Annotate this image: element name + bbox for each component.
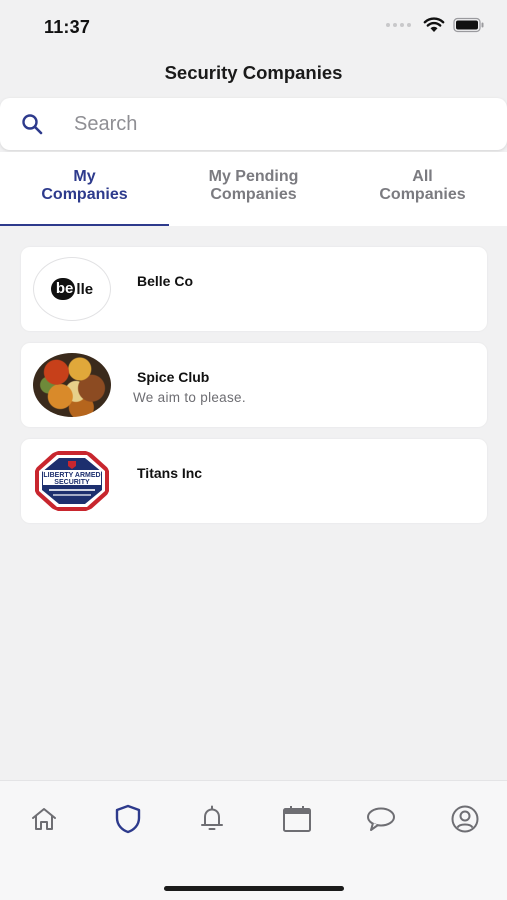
- tab-label: All Companies: [379, 168, 466, 203]
- tabbar-calendar[interactable]: [281, 803, 313, 835]
- tabbar-home[interactable]: [28, 803, 60, 835]
- company-name: Belle Co: [137, 273, 194, 289]
- search-bar: [0, 98, 507, 150]
- search-input[interactable]: [60, 106, 480, 142]
- home-indicator[interactable]: [164, 886, 344, 891]
- company-card-belle-co[interactable]: be lle Belle Co: [21, 247, 487, 331]
- tab-my-companies[interactable]: My Companies: [0, 152, 169, 226]
- shield-icon: [115, 804, 141, 834]
- liberty-armed-security-logo: LIBERTY ARMED SECURITY: [33, 449, 111, 513]
- tab-label: My Companies: [41, 168, 128, 203]
- tabbar-messages[interactable]: [365, 803, 397, 835]
- battery-icon: [453, 17, 484, 33]
- spice-photo: [33, 353, 111, 417]
- bottom-tab-bar: [0, 780, 507, 900]
- status-time: 11:37: [44, 17, 91, 37]
- wifi-icon: [423, 17, 445, 32]
- status-bar: 11:37: [0, 0, 507, 52]
- svg-text:SECURITY: SECURITY: [54, 479, 90, 486]
- home-icon: [32, 808, 56, 830]
- profile-icon: [451, 805, 479, 833]
- company-card-spice-club[interactable]: Spice Club We aim to please.: [21, 343, 487, 427]
- company-name: Titans Inc: [137, 465, 203, 481]
- liberty-armed-security-badge: LIBERTY ARMED SECURITY: [35, 451, 109, 511]
- belle-logo: be lle: [33, 257, 111, 321]
- tabbar-notifications[interactable]: [196, 803, 228, 835]
- tabbar-security[interactable]: [112, 803, 144, 835]
- page-title: Security Companies: [164, 62, 343, 83]
- company-name: Spice Club: [137, 369, 210, 385]
- cellular-signal-icon: [386, 23, 411, 27]
- tabbar-profile[interactable]: [449, 803, 481, 835]
- company-card-titans-inc[interactable]: LIBERTY ARMED SECURITY Titans Inc: [21, 439, 487, 523]
- bell-icon: [201, 805, 223, 830]
- tab-label: My Pending Companies: [208, 168, 299, 203]
- search-icon: [22, 114, 43, 135]
- svg-text:LIBERTY ARMED: LIBERTY ARMED: [43, 472, 100, 479]
- calendar-icon: [283, 806, 311, 832]
- tab-all-companies[interactable]: All Companies: [338, 152, 507, 226]
- status-icons: [386, 17, 485, 33]
- tab-my-pending-companies[interactable]: My Pending Companies: [169, 152, 338, 226]
- company-tabs: My Companies My Pending Companies All Co…: [0, 152, 507, 226]
- company-tagline: We aim to please.: [133, 390, 246, 405]
- chat-bubble-icon: [367, 807, 395, 831]
